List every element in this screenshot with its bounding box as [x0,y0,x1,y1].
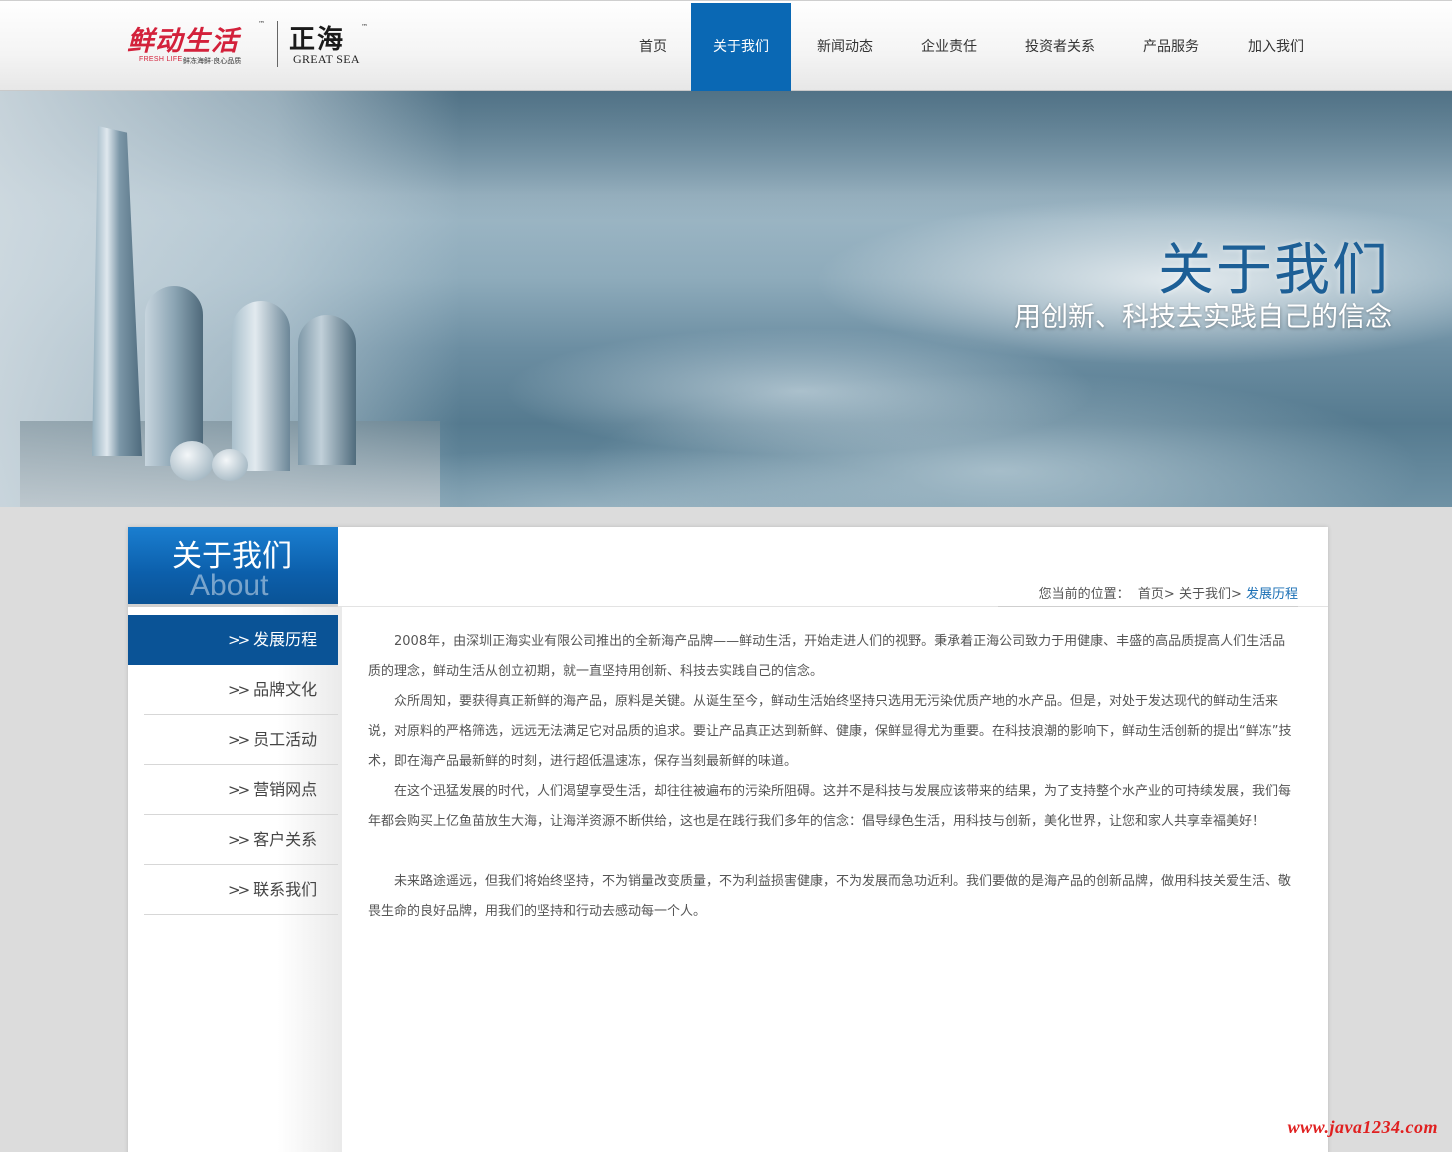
skyscraper-tower [92,126,142,456]
double-chevron-right-icon: >> [228,781,250,799]
dome-building [212,449,248,481]
nav-investors[interactable]: 投资者关系 [999,3,1121,91]
hero-banner: 关于我们 用创新、科技去实践自己的信念 [0,91,1452,507]
double-chevron-right-icon: >> [228,731,250,749]
nav-join-us[interactable]: 加入我们 [1221,3,1331,91]
banner-city-image [0,91,460,507]
content-panel: 关于我们 About >> 发展历程 >> 品牌文化 >> 员工活动 >> 营销网点 >… [128,527,1328,1152]
curved-building [298,315,356,465]
dome-building [170,441,214,481]
double-chevron-right-icon: >> [228,681,250,699]
article-body: 2008年，由深圳正海实业有限公司推出的全新海产品牌——鲜动生活，开始走进人们的… [368,627,1298,927]
sidebar-menu: >> 发展历程 >> 品牌文化 >> 员工活动 >> 营销网点 >> 客户关系 >> 联系我… [128,615,338,915]
double-chevron-right-icon: >> [228,881,250,899]
breadcrumb: 您当前的位置： 首页> 关于我们> 发展历程 [1039,583,1298,602]
nav-news[interactable]: 新闻动态 [791,3,899,91]
sidebar-item-label: 营销网点 [253,780,318,799]
site-logo[interactable]: 鲜动生活 ™ FRESH LIFE 鲜冻海鲜·良心品质 正海 ™ GREAT S… [127,19,372,71]
breadcrumb-underline [998,606,1298,607]
nav-responsibility[interactable]: 企业责任 [899,3,999,91]
article-paragraph: 未来路途遥远，但我们将始终坚持，不为销量改变质量，不为利益损害健康，不为发展而急… [368,874,1292,919]
breadcrumb-link-home[interactable]: 首页> [1138,583,1175,602]
breadcrumb-current[interactable]: 发展历程 [1246,583,1298,602]
site-header: 鲜动生活 ™ FRESH LIFE 鲜冻海鲜·良心品质 正海 ™ GREAT S… [0,0,1452,91]
sidebar-item-label: 员工活动 [253,730,318,749]
nav-products[interactable]: 产品服务 [1121,3,1221,91]
sidebar-item-label: 联系我们 [253,880,318,899]
company-logo-text: 正海 [289,25,346,55]
sidebar-item-staff-activities[interactable]: >> 员工活动 [144,715,338,765]
brand-logo-text: 鲜动生活 [127,26,239,57]
nav-about[interactable]: 关于我们 [691,3,791,91]
banner-subtitle: 用创新、科技去实践自己的信念 [1014,302,1392,333]
double-chevron-right-icon: >> [228,631,250,649]
banner-title: 关于我们 [1158,238,1390,303]
sidebar-header: 关于我们 About [128,527,338,607]
company-trademark: ™ [361,23,368,31]
breadcrumb-link-about[interactable]: 关于我们> [1179,583,1242,602]
curved-building [145,286,203,466]
sidebar-item-customer-relations[interactable]: >> 客户关系 [144,815,338,865]
sidebar-item-label: 品牌文化 [253,680,318,699]
logo-divider [277,21,278,67]
curved-building [232,301,290,471]
sidebar-title-en: About [190,569,269,602]
nav-home[interactable]: 首页 [615,3,691,91]
sidebar-item-contact-us[interactable]: >> 联系我们 [144,865,338,915]
site-watermark: www.java1234.com [1287,1117,1438,1137]
double-chevron-right-icon: >> [228,831,250,849]
sidebar-item-label: 发展历程 [253,630,318,649]
sidebar-item-sales-network[interactable]: >> 营销网点 [144,765,338,815]
brand-tagline-cn: 鲜冻海鲜·良心品质 [183,57,242,65]
article-paragraph: 在这个迅猛发展的时代，人们渴望享受生活，却往往被遍布的污染所阻碍。这并不是科技与… [368,784,1292,829]
article-paragraph: 2008年，由深圳正海实业有限公司推出的全新海产品牌——鲜动生活，开始走进人们的… [368,634,1286,679]
sidebar-item-brand-culture[interactable]: >> 品牌文化 [144,665,338,715]
breadcrumb-prefix: 您当前的位置： [1038,587,1130,602]
main-nav: 首页 关于我们 新闻动态 企业责任 投资者关系 产品服务 加入我们 [615,3,1331,91]
sidebar-item-history[interactable]: >> 发展历程 [128,615,338,665]
brand-tagline-en: FRESH LIFE [139,56,183,63]
sidebar-item-label: 客户关系 [253,830,318,849]
article-paragraph: 众所周知，要获得真正新鲜的海产品，原料是关键。从诞生至今，鲜动生活始终坚持只选用… [368,694,1292,769]
company-name-en: GREAT SEA [293,52,360,66]
brand-trademark: ™ [258,20,265,28]
